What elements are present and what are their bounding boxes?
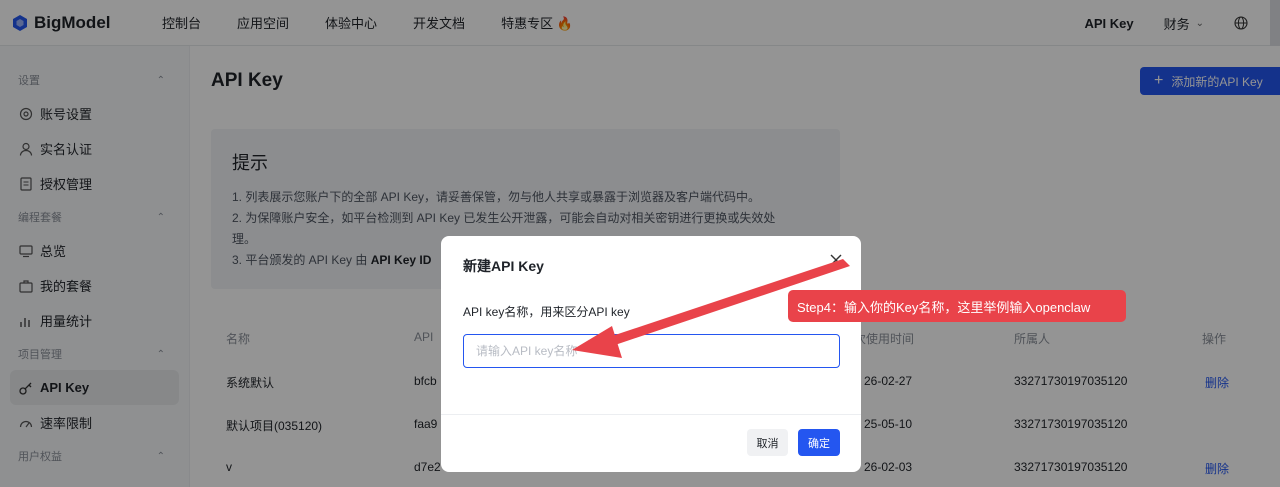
api-key-name-input[interactable]	[463, 334, 840, 368]
new-api-key-dialog: 新建API Key API key名称，用来区分API key 取消 确定	[441, 236, 861, 472]
close-icon[interactable]	[829, 253, 843, 267]
cancel-button[interactable]: 取消	[747, 429, 788, 456]
dialog-title: 新建API Key	[463, 258, 544, 274]
dialog-divider	[441, 414, 861, 415]
api-key-name-label: API key名称，用来区分API key	[463, 305, 630, 319]
step-annotation: Step4：输入你的Key名称，这里举例输入openclaw	[788, 290, 1126, 322]
confirm-button[interactable]: 确定	[798, 429, 840, 456]
